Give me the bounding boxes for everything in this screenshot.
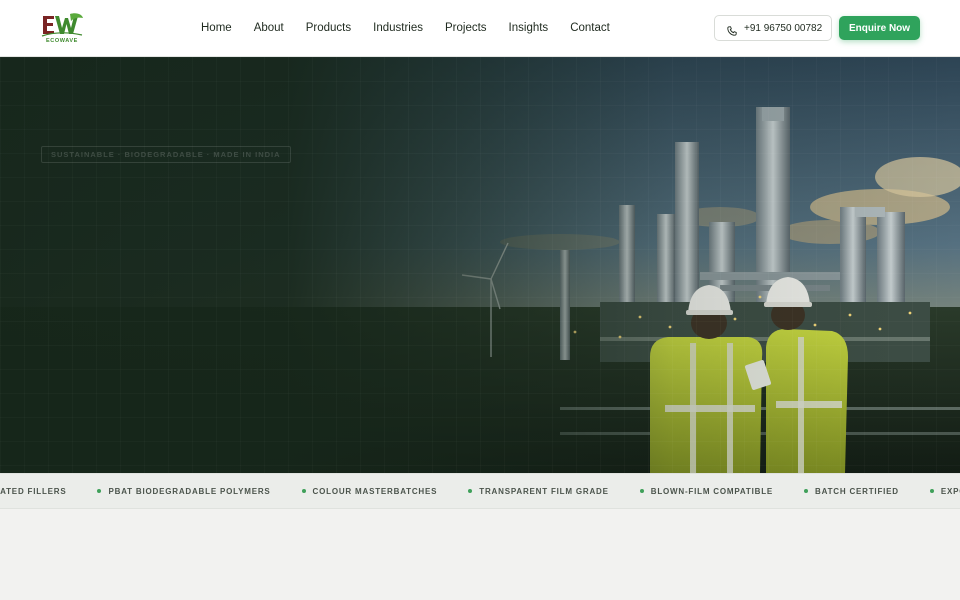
ticker-item: COLOUR MASTERBATCHES [301, 487, 438, 496]
ticker-item: EATED FILLERS [0, 486, 67, 496]
bullet-dot-icon [804, 489, 809, 493]
hero-section: SUSTAINABLE · BIODEGRADABLE · MADE IN IN… [0, 57, 960, 473]
bullet-dot-icon [97, 489, 102, 493]
ticker-item: BLOWN-FILM COMPATIBLE [639, 487, 773, 496]
content-area [0, 510, 960, 600]
bullet-dot-icon [468, 489, 473, 493]
feature-ticker: EATED FILLERS PBAT BIODEGRADABLE POLYMER… [0, 473, 960, 509]
phone-number: +91 96750 00782 [744, 22, 823, 34]
main-nav: Home About Products Industries Projects … [201, 20, 632, 36]
nav-about[interactable]: About [254, 20, 284, 36]
bullet-dot-icon [301, 489, 306, 493]
ticker-item: EXPORT READY [929, 487, 960, 496]
logo-mark-icon [41, 13, 83, 37]
hero-badge: SUSTAINABLE · BIODEGRADABLE · MADE IN IN… [41, 146, 291, 163]
bullet-dot-icon [639, 489, 644, 493]
ecowave-logo[interactable]: ECOWAVE [40, 12, 84, 46]
nav-industries[interactable]: Industries [373, 20, 423, 36]
bullet-dot-icon [929, 489, 934, 493]
phone-button[interactable]: +91 96750 00782 [714, 15, 832, 41]
enquire-now-button[interactable]: Enquire Now [839, 16, 920, 40]
ticker-item: PBAT BIODEGRADABLE POLYMERS [97, 487, 270, 496]
nav-products[interactable]: Products [306, 20, 351, 36]
ticker-item: TRANSPARENT FILM GRADE [468, 487, 608, 496]
nav-projects[interactable]: Projects [445, 20, 487, 36]
nav-home[interactable]: Home [201, 20, 232, 36]
hero-grid-pattern [0, 57, 960, 473]
nav-insights[interactable]: Insights [509, 20, 549, 36]
phone-icon [727, 23, 737, 36]
ticker-track: EATED FILLERS PBAT BIODEGRADABLE POLYMER… [0, 474, 960, 508]
ticker-item: BATCH CERTIFIED [804, 487, 899, 496]
site-header: ECOWAVE Home About Products Industries P… [0, 0, 960, 57]
nav-contact[interactable]: Contact [570, 20, 610, 36]
logo-wordmark: ECOWAVE [46, 38, 78, 44]
